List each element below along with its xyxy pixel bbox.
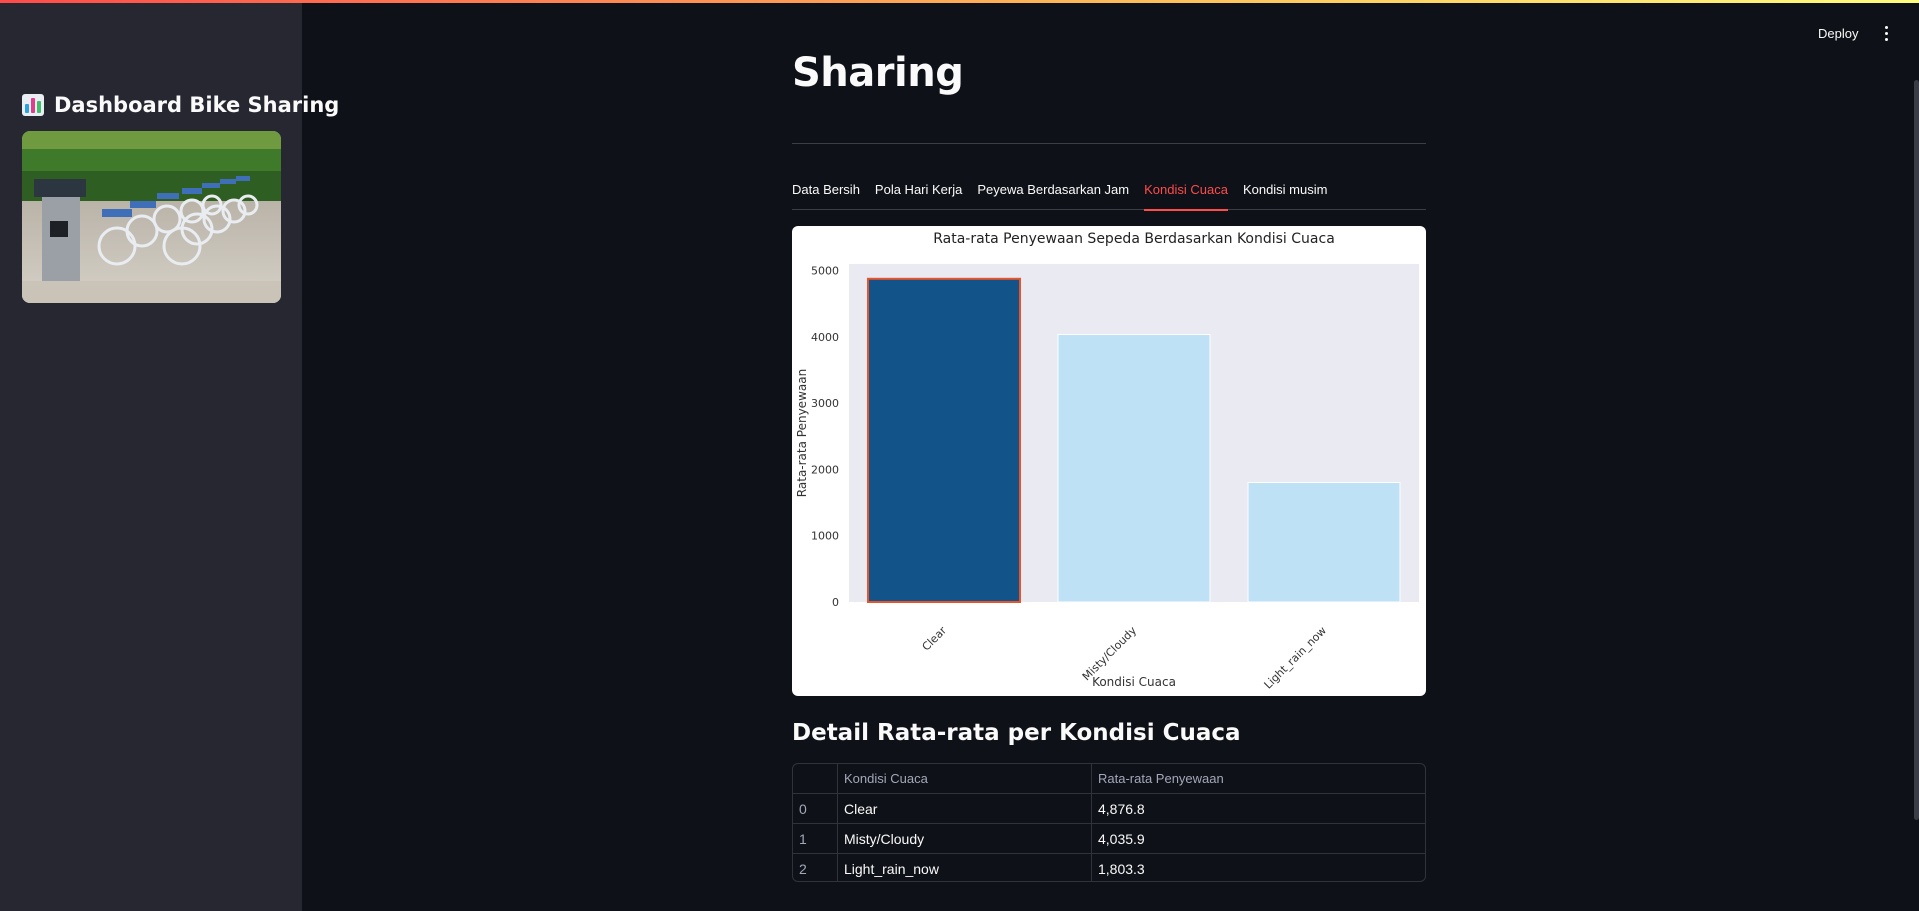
main-menu-kebab-icon[interactable]: [1876, 22, 1896, 44]
x-axis-label: Kondisi Cuaca: [1092, 675, 1176, 689]
y-tick-label: 4000: [811, 331, 839, 344]
sidebar: Dashboard Bike Sharing: [0, 3, 339, 911]
table-row: 1 Misty/Cloudy 4,035.9: [793, 824, 1425, 854]
weather-table: Kondisi Cuaca Rata-rata Penyewaan 0 Clea…: [792, 763, 1426, 882]
table-cell-rata-rata[interactable]: 4,876.8: [1092, 794, 1425, 823]
section-title: Detail Rata-rata per Kondisi Cuaca: [792, 720, 1241, 746]
table-cell-index: 1: [793, 824, 838, 853]
table-row: 2 Light_rain_now 1,803.3: [793, 854, 1425, 881]
chart-title: Rata-rata Penyewaan Sepeda Berdasarkan K…: [933, 231, 1335, 247]
table-cell-kondisi[interactable]: Light_rain_now: [838, 854, 1092, 881]
tab-kondisi-cuaca[interactable]: Kondisi Cuaca: [1144, 172, 1228, 211]
sidebar-title-text: Dashboard Bike Sharing: [54, 93, 340, 117]
divider: [792, 143, 1426, 144]
table-row: 0 Clear 4,876.8: [793, 794, 1425, 824]
x-tick-label: Clear: [920, 624, 950, 654]
y-tick-label: 5000: [811, 265, 839, 278]
tab-kondisi-musim[interactable]: Kondisi musim: [1243, 172, 1328, 210]
table-header-index: [793, 764, 838, 793]
table-cell-kondisi[interactable]: Clear: [838, 794, 1092, 823]
weather-bar-chart: Rata-rata Penyewaan Sepeda Berdasarkan K…: [795, 231, 1419, 691]
bar-misty-cloudy: [1057, 334, 1211, 603]
page-title: Sharing: [792, 50, 964, 96]
table-cell-index: 0: [793, 794, 838, 823]
bike-sharing-image: [22, 131, 281, 303]
tab-data-bersih[interactable]: Data Bersih: [792, 172, 860, 210]
main-scrollbar[interactable]: [1914, 80, 1919, 820]
y-tick-label: 0: [832, 596, 839, 609]
bar-chart-icon: [22, 94, 44, 116]
deploy-button[interactable]: Deploy: [1810, 20, 1866, 46]
y-axis-label: Rata-rata Penyewaan: [795, 369, 809, 497]
table-cell-rata-rata[interactable]: 1,803.3: [1092, 854, 1425, 881]
table-header-row: Kondisi Cuaca Rata-rata Penyewaan: [793, 764, 1425, 794]
bar-clear: [867, 277, 1021, 603]
table-header-rata-rata[interactable]: Rata-rata Penyewaan: [1092, 764, 1425, 793]
tab-pola-hari-kerja[interactable]: Pola Hari Kerja: [875, 172, 962, 210]
tab-penyewa-berdasarkan-jam[interactable]: Peyewa Berdasarkan Jam: [977, 172, 1129, 210]
sidebar-title: Dashboard Bike Sharing: [22, 93, 339, 117]
y-tick-label: 3000: [811, 397, 839, 410]
table-cell-rata-rata[interactable]: 4,035.9: [1092, 824, 1425, 853]
x-tick-label: Light_rain_now: [1262, 624, 1329, 691]
y-tick-label: 1000: [811, 530, 839, 543]
bar-light-rain-now: [1247, 481, 1401, 603]
y-tick-label: 2000: [811, 463, 839, 476]
table-header-kondisi[interactable]: Kondisi Cuaca: [838, 764, 1092, 793]
weather-chart-card: Rata-rata Penyewaan Sepeda Berdasarkan K…: [792, 226, 1426, 696]
table-cell-kondisi[interactable]: Misty/Cloudy: [838, 824, 1092, 853]
table-cell-index: 2: [793, 854, 838, 881]
tab-bar: Data Bersih Pola Hari Kerja Peyewa Berda…: [792, 172, 1426, 211]
